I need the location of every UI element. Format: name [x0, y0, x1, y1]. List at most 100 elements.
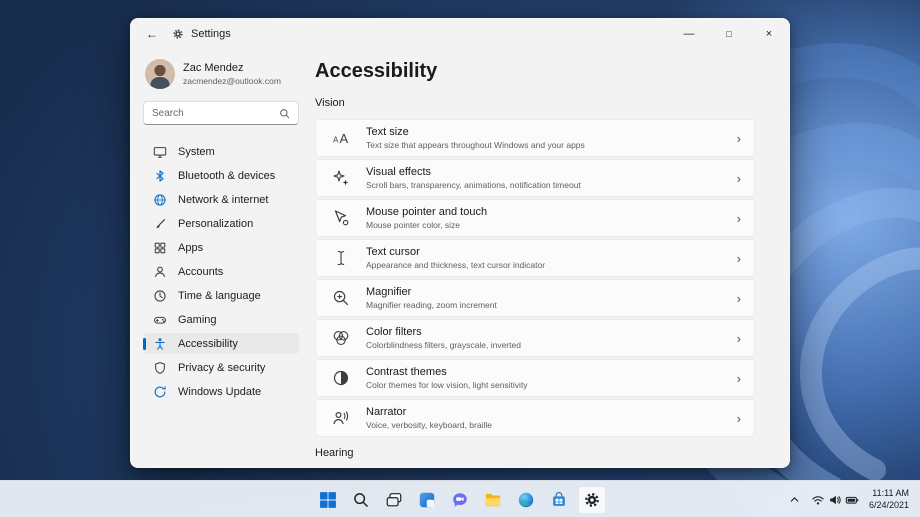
widgets-icon: [418, 491, 436, 509]
settings-taskbar-button[interactable]: [578, 485, 606, 514]
edge-icon: [517, 491, 535, 509]
minimize-button[interactable]: —: [669, 19, 709, 49]
card-text-size[interactable]: AA Text size Text size that appears thro…: [315, 119, 755, 157]
folder-icon: [484, 491, 502, 509]
chevron-right-icon: ›: [736, 370, 741, 386]
gear-icon: [583, 491, 601, 509]
sidebar-nav: System Bluetooth & devices Network & int…: [143, 141, 299, 402]
card-subtitle: Scroll bars, transparency, animations, n…: [366, 180, 581, 190]
card-subtitle: Colorblindness filters, grayscale, inver…: [366, 340, 521, 350]
back-button[interactable]: ←: [139, 23, 165, 45]
start-button[interactable]: [314, 486, 342, 514]
apps-grid-icon: [153, 241, 167, 255]
task-view-button[interactable]: [380, 486, 408, 514]
search-input[interactable]: [152, 107, 273, 119]
text-cursor-icon: [316, 248, 366, 268]
clock-icon: [153, 289, 167, 303]
main-content: Accessibility Vision AA Text size Text s…: [311, 49, 789, 467]
chevron-right-icon: ›: [736, 330, 741, 346]
card-contrast-themes[interactable]: Contrast themes Color themes for low vis…: [315, 359, 755, 397]
maximize-button[interactable]: □: [709, 19, 749, 49]
sidebar-item-system[interactable]: System: [143, 141, 299, 162]
back-icon: ←: [146, 27, 158, 41]
gamepad-icon: [153, 313, 167, 327]
quick-settings-button[interactable]: [807, 486, 863, 514]
edge-button[interactable]: [512, 486, 540, 514]
card-title: Magnifier: [366, 286, 412, 298]
svg-text:A: A: [340, 131, 349, 146]
wifi-icon: [811, 493, 825, 507]
accessibility-icon: [153, 337, 167, 351]
sidebar-item-label: Gaming: [178, 313, 217, 326]
sidebar-item-label: Personalization: [178, 217, 254, 230]
search-box: [143, 101, 299, 125]
file-explorer-button[interactable]: [479, 486, 507, 514]
paintbrush-icon: [153, 217, 167, 231]
card-title: Color filters: [366, 326, 422, 338]
chevron-right-icon: ›: [736, 250, 741, 266]
sidebar-item-label: Windows Update: [178, 385, 262, 398]
store-button[interactable]: [545, 486, 573, 514]
card-color-filters[interactable]: Color filters Colorblindness filters, gr…: [315, 319, 755, 357]
card-subtitle: Magnifier reading, zoom increment: [366, 300, 497, 310]
sidebar-item-bluetooth-devices[interactable]: Bluetooth & devices: [143, 165, 299, 186]
sidebar-item-network-internet[interactable]: Network & internet: [143, 189, 299, 210]
chevron-right-icon: ›: [736, 210, 741, 226]
card-magnifier[interactable]: Magnifier Magnifier reading, zoom increm…: [315, 279, 755, 317]
sidebar-item-label: Time & language: [178, 289, 261, 302]
sidebar-item-gaming[interactable]: Gaming: [143, 309, 299, 330]
sidebar-item-personalization[interactable]: Personalization: [143, 213, 299, 234]
chevron-right-icon: ›: [736, 410, 741, 426]
settings-gear-icon: [172, 28, 184, 40]
sidebar-item-label: Accessibility: [178, 337, 238, 350]
clock[interactable]: 11:11 AM 6/24/2021: [865, 488, 916, 511]
card-visual-effects[interactable]: Visual effects Scroll bars, transparency…: [315, 159, 755, 197]
sidebar-item-apps[interactable]: Apps: [143, 237, 299, 258]
chat-button[interactable]: [446, 486, 474, 514]
chat-icon: [451, 491, 469, 509]
user-account[interactable]: Zac Mendez zacmendez@outlook.com: [145, 59, 299, 89]
search-icon: [352, 491, 370, 509]
card-title: Contrast themes: [366, 366, 447, 378]
section-hearing: Hearing: [315, 447, 354, 459]
battery-icon: [845, 493, 859, 507]
sidebar-item-accessibility[interactable]: Accessibility: [143, 333, 299, 354]
chevron-right-icon: ›: [736, 170, 741, 186]
card-text-cursor[interactable]: Text cursor Appearance and thickness, te…: [315, 239, 755, 277]
mouse-pointer-icon: [316, 208, 366, 228]
window-title: Settings: [191, 28, 231, 40]
card-narrator[interactable]: Narrator Voice, verbosity, keyboard, bra…: [315, 399, 755, 437]
task-view-icon: [385, 491, 403, 509]
store-icon: [550, 491, 568, 509]
widgets-button[interactable]: [413, 486, 441, 514]
card-subtitle: Mouse pointer color, size: [366, 220, 461, 230]
sidebar-item-time-language[interactable]: Time & language: [143, 285, 299, 306]
sidebar-item-label: Network & internet: [178, 193, 269, 206]
sidebar: Zac Mendez zacmendez@outlook.com System: [131, 49, 311, 467]
card-subtitle: Text size that appears throughout Window…: [366, 140, 585, 150]
card-subtitle: Color themes for low vision, light sensi…: [366, 380, 528, 390]
taskbar-search-button[interactable]: [347, 486, 375, 514]
sidebar-item-accounts[interactable]: Accounts: [143, 261, 299, 282]
user-email: zacmendez@outlook.com: [183, 76, 281, 86]
narrator-icon: [316, 408, 366, 428]
bluetooth-icon: [153, 169, 167, 183]
tray-overflow-button[interactable]: [784, 486, 805, 514]
visual-effects-icon: [316, 168, 366, 188]
update-arrows-icon: [153, 385, 167, 399]
taskbar: 11:11 AM 6/24/2021: [0, 480, 920, 517]
user-name: Zac Mendez: [183, 62, 244, 74]
sidebar-item-windows-update[interactable]: Windows Update: [143, 381, 299, 402]
text-size-icon: AA: [316, 128, 366, 148]
card-mouse-pointer-touch[interactable]: Mouse pointer and touch Mouse pointer co…: [315, 199, 755, 237]
card-subtitle: Appearance and thickness, text cursor in…: [366, 260, 546, 270]
chevron-up-icon: [788, 493, 801, 506]
close-button[interactable]: ×: [749, 19, 789, 49]
svg-text:A: A: [333, 136, 339, 145]
volume-icon: [828, 493, 842, 507]
clock-time: 11:11 AM: [872, 487, 909, 498]
sidebar-item-label: Apps: [178, 241, 204, 254]
settings-cards: AA Text size Text size that appears thro…: [315, 119, 755, 437]
sidebar-item-privacy-security[interactable]: Privacy & security: [143, 357, 299, 378]
sidebar-item-label: System: [178, 145, 215, 158]
